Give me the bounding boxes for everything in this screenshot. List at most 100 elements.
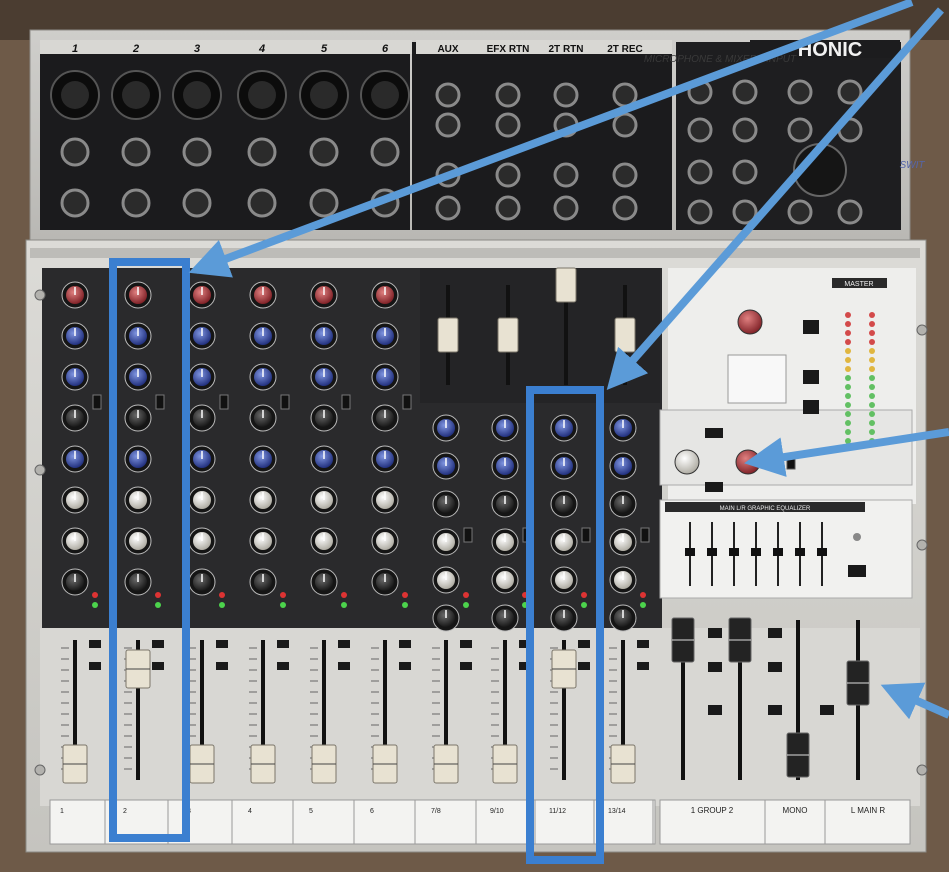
insert-jack xyxy=(60,188,90,218)
level-meter-led xyxy=(845,348,851,354)
mute-button xyxy=(578,640,590,648)
level-meter-led xyxy=(845,357,851,363)
channel-switch xyxy=(155,394,165,410)
group-label: 1 GROUP 2 xyxy=(691,806,734,815)
peak-led xyxy=(219,592,225,598)
output-jack xyxy=(732,79,758,105)
xlr-input-socket xyxy=(183,81,211,109)
level-meter-led xyxy=(845,402,851,408)
level-meter-led xyxy=(845,420,851,426)
peak-led xyxy=(581,592,587,598)
trs-jack xyxy=(495,82,521,108)
group-assign-button xyxy=(708,628,722,638)
channel-switch xyxy=(92,394,102,410)
top-section-label: EFX RTN xyxy=(487,44,530,55)
mute-button xyxy=(216,640,228,648)
geq-slider-cap xyxy=(707,548,717,556)
panel-screw xyxy=(34,464,46,476)
trs-jack xyxy=(612,162,638,188)
assign-button xyxy=(216,662,228,670)
insert-jack xyxy=(247,188,277,218)
return-fader-cap xyxy=(614,317,636,353)
insert-jack xyxy=(121,188,151,218)
peak-led xyxy=(463,592,469,598)
output-jack xyxy=(687,159,713,185)
top-channel-number: 3 xyxy=(194,43,200,55)
two-track-level-knob xyxy=(674,449,700,475)
top-channel-number: 6 xyxy=(382,43,389,55)
level-meter-led xyxy=(869,366,875,372)
mute-button xyxy=(399,640,411,648)
geq-slider-cap xyxy=(773,548,783,556)
trs-jack xyxy=(612,112,638,138)
geq-switch xyxy=(848,565,866,577)
level-meter-led xyxy=(869,348,875,354)
panel-button xyxy=(803,370,819,384)
rear-connector-panel: HONIC MICROPHONE & MIXERS INPUT 1 2 3 4 5 6 AU… xyxy=(29,29,911,241)
line-input-jack xyxy=(182,137,212,167)
mute-button xyxy=(637,640,649,648)
top-section-label: 2T REC xyxy=(607,44,643,55)
trs-jack xyxy=(435,112,461,138)
line-input-jack xyxy=(247,137,277,167)
level-meter-led xyxy=(869,393,875,399)
level-meter-led xyxy=(869,429,875,435)
signal-led xyxy=(463,602,469,608)
trs-jack xyxy=(553,195,579,221)
peak-led xyxy=(155,592,161,598)
xlr-input-socket xyxy=(371,81,399,109)
assign-button xyxy=(399,662,411,670)
output-jack xyxy=(732,117,758,143)
geq-slider-cap xyxy=(751,548,761,556)
peak-led xyxy=(280,592,286,598)
peak-led xyxy=(92,592,98,598)
top-section-label: 2T RTN xyxy=(549,44,584,55)
panel-button xyxy=(803,400,819,414)
master-knob xyxy=(737,309,763,335)
level-meter-led xyxy=(869,375,875,381)
level-meter-led xyxy=(845,321,851,327)
group-assign-button xyxy=(708,705,722,715)
mute-button xyxy=(277,640,289,648)
assign-button xyxy=(277,662,289,670)
strip-label: 6 xyxy=(370,808,374,815)
mute-button xyxy=(338,640,350,648)
return-fader-cap xyxy=(497,317,519,353)
level-meter-led xyxy=(869,420,875,426)
signal-led xyxy=(581,602,587,608)
two-track-button xyxy=(705,482,723,492)
panel-screw xyxy=(916,324,928,336)
output-jack xyxy=(787,117,813,143)
xlr-input-socket xyxy=(61,81,89,109)
level-meter-led xyxy=(869,402,875,408)
level-meter-led xyxy=(845,339,851,345)
output-jack xyxy=(787,199,813,225)
strip-label: 1 xyxy=(60,808,64,815)
signal-led xyxy=(341,602,347,608)
geq-label: MAIN L/R GRAPHIC EQUALIZER xyxy=(720,506,811,512)
panel-button xyxy=(803,320,819,334)
channel-switch xyxy=(581,527,591,543)
mute-button xyxy=(460,640,472,648)
level-meter-led xyxy=(869,411,875,417)
group-assign-button xyxy=(768,662,782,672)
output-jack xyxy=(787,79,813,105)
xlr-input-socket xyxy=(122,81,150,109)
level-meter-led xyxy=(869,384,875,390)
geq-slider-cap xyxy=(817,548,827,556)
line-input-jack xyxy=(121,137,151,167)
return-fader-cap xyxy=(555,267,577,303)
insert-jack xyxy=(182,188,212,218)
panel-screw xyxy=(34,289,46,301)
channel-switch xyxy=(463,527,473,543)
strip-label: 2 xyxy=(123,808,127,815)
trs-jack xyxy=(435,195,461,221)
assign-button xyxy=(338,662,350,670)
assign-button xyxy=(460,662,472,670)
level-meter-led xyxy=(869,321,875,327)
level-meter-led xyxy=(845,411,851,417)
trs-jack xyxy=(612,195,638,221)
panel-screw xyxy=(916,764,928,776)
signal-led xyxy=(219,602,225,608)
trs-jack xyxy=(495,162,521,188)
